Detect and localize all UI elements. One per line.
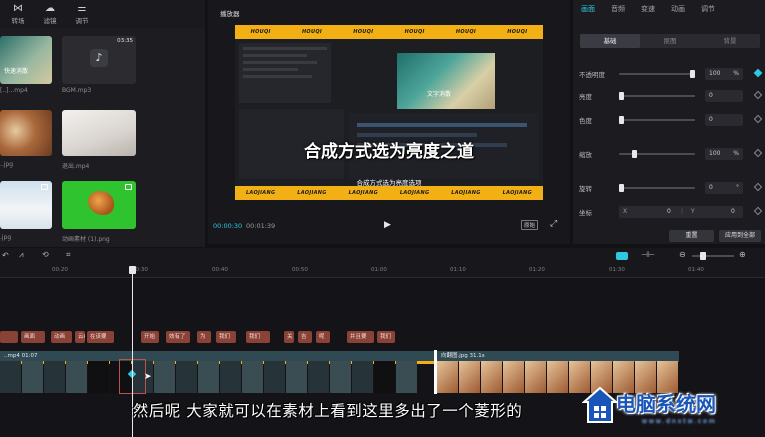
- media-item[interactable]: ♪ 03:35 BGM.mp3: [62, 36, 136, 96]
- scale-value[interactable]: 100%: [705, 148, 743, 160]
- video-title: 合成方式选为亮度之道: [304, 142, 474, 162]
- tab-audio[interactable]: 音频: [603, 4, 633, 18]
- subtitle-clip[interactable]: 我们: [246, 331, 270, 343]
- rotate-icon[interactable]: ⟲: [42, 250, 49, 259]
- tab-speed[interactable]: 变速: [633, 4, 663, 18]
- subtitle-clip[interactable]: 云在: [75, 331, 85, 343]
- subtab-background[interactable]: 背景: [700, 34, 760, 48]
- subtitle-clip[interactable]: 我们: [377, 331, 395, 343]
- toolbar-adjust[interactable]: ⚌ 调节: [66, 0, 98, 25]
- watermark-logo: 电脑系统网 www.dnxtw.com: [580, 384, 765, 437]
- current-time: 00:00:30: [213, 222, 243, 230]
- subtitle-clip[interactable]: [0, 331, 18, 343]
- player-controls: 00:00:30 00:01:39 ▶ 原始 ⤢: [208, 214, 570, 234]
- subtitle-clip[interactable]: 效有了: [166, 331, 190, 343]
- media-library: 快速消散 [..]...mp4 ♪ 03:35 BGM.mp3 ..jpg 退出…: [0, 28, 205, 247]
- prop-scale: 缩放 100%: [579, 148, 765, 160]
- ratio-button[interactable]: 原始: [521, 220, 539, 230]
- rotation-value[interactable]: 0 °: [705, 182, 743, 194]
- prop-position: 坐标 X 0 | Y 0: [579, 206, 765, 218]
- undo-icon[interactable]: ↶: [2, 251, 9, 260]
- editor-screenshot: 文字消散: [235, 39, 543, 186]
- subtitle-clip[interactable]: 开始: [141, 331, 159, 343]
- fullscreen-icon[interactable]: ⤢: [550, 219, 557, 229]
- clip1-filmstrip[interactable]: [0, 361, 434, 393]
- media-item[interactable]: ..jpg: [0, 110, 52, 170]
- video-preview[interactable]: HOUQI HOUQI HOUQI HOUQI HOUQI HOUQI 文字消散: [235, 25, 543, 200]
- total-time: 00:01:39: [246, 222, 276, 230]
- prop-brightness: 亮度 0: [579, 90, 765, 102]
- prop-opacity: 不透明度 100%: [579, 68, 765, 80]
- split-icon[interactable]: ⩘: [19, 250, 24, 260]
- tiger-image: [88, 191, 114, 215]
- subtitle-clip[interactable]: 动画: [51, 331, 72, 343]
- subtitle-clip[interactable]: 并且要: [347, 331, 374, 343]
- rotation-slider[interactable]: [619, 184, 695, 192]
- chroma-slider[interactable]: [619, 116, 695, 124]
- subtitle-clip[interactable]: 为: [197, 331, 211, 343]
- timeline-toolbar: ↶ ⩘ ⟲ ⌗ ⊣⊢ ⊖ ⊕: [0, 248, 765, 264]
- top-banner: HOUQI HOUQI HOUQI HOUQI HOUQI HOUQI: [235, 25, 543, 39]
- scale-slider[interactable]: [619, 150, 695, 158]
- position-fields[interactable]: X 0 | Y 0: [619, 206, 743, 218]
- crop-icon[interactable]: ⌗: [66, 250, 71, 260]
- inspector-tabs: 画面 音频 变速 动画 调节: [573, 4, 765, 18]
- adjust-icon: ⚌: [77, 3, 87, 14]
- keyframe-icon[interactable]: [753, 90, 763, 100]
- image-icon: [125, 184, 132, 190]
- subtitle-clip[interactable]: 呢: [316, 331, 330, 343]
- subtitle-clip[interactable]: 画面: [21, 331, 45, 343]
- prop-chroma: 色度 0: [579, 114, 765, 126]
- media-item[interactable]: 快速消散 [..]...mp4: [0, 36, 52, 96]
- media-item[interactable]: .jpg: [0, 181, 52, 243]
- zoom-in-icon[interactable]: ⊕: [739, 250, 746, 259]
- music-note-icon: ♪: [90, 49, 108, 67]
- zoom-slider[interactable]: [692, 252, 734, 260]
- magnet-icon[interactable]: [616, 252, 628, 260]
- subtitle-clip[interactable]: 关: [284, 331, 294, 343]
- subtitle-clip[interactable]: 在该要: [87, 331, 114, 343]
- subtab-basic[interactable]: 基础: [580, 34, 640, 48]
- player-title: 播放器: [220, 10, 240, 18]
- keyframe-icon[interactable]: [753, 206, 763, 216]
- opacity-value[interactable]: 100%: [705, 68, 743, 80]
- media-item[interactable]: 退出.mp4: [62, 110, 136, 170]
- prop-rotation: 旋转 0 °: [579, 182, 765, 194]
- zoom-out-icon[interactable]: ⊖: [679, 250, 686, 259]
- subtitle-clip[interactable]: 吉: [298, 331, 312, 343]
- subtitle-clip[interactable]: 我们: [216, 331, 236, 343]
- toolbar-transition[interactable]: ⋈ 转场: [2, 0, 34, 25]
- keyframe-icon[interactable]: [753, 148, 763, 158]
- brightness-value[interactable]: 0: [705, 90, 743, 102]
- tab-adjust[interactable]: 调节: [693, 4, 723, 18]
- opacity-slider[interactable]: [619, 70, 695, 78]
- filter-icon: ☁: [45, 3, 55, 14]
- inspector-subtabs: 基础 抠图 背景: [580, 34, 760, 48]
- tab-picture[interactable]: 画面: [573, 4, 603, 18]
- media-toolbar: ⋈ 转场 ☁ 滤镜 ⚌ 调节: [0, 0, 205, 28]
- toolbar-filter[interactable]: ☁ 滤镜: [34, 0, 66, 25]
- nested-video-thumb: 文字消散: [397, 53, 495, 109]
- keyframe-icon[interactable]: [753, 114, 763, 124]
- apply-all-button[interactable]: 应用到全部: [719, 230, 761, 242]
- time-ruler[interactable]: 00:20 00:30 00:40 00:50 01:00 01:10 01:2…: [0, 264, 765, 278]
- house-logo-icon: [582, 386, 618, 423]
- reset-button[interactable]: 重置: [669, 230, 714, 242]
- play-icon[interactable]: ▶: [384, 220, 391, 230]
- bottom-banner: LAOJIANG LAOJIANG LAOJIANG LAOJIANG LAOJ…: [235, 186, 543, 200]
- link-icon[interactable]: ⊣⊢: [641, 250, 655, 259]
- player-panel: 播放器 HOUQI HOUQI HOUQI HOUQI HOUQI HOUQI …: [208, 0, 570, 244]
- brightness-slider[interactable]: [619, 92, 695, 100]
- tab-animation[interactable]: 动画: [663, 4, 693, 18]
- media-item[interactable]: 动画素材 (1).png: [62, 181, 136, 243]
- image-icon: [41, 184, 48, 190]
- transition-icon: ⋈: [13, 3, 23, 14]
- keyframe-icon[interactable]: [753, 68, 763, 78]
- mouse-cursor-icon: ➤: [144, 372, 152, 382]
- inspector-panel: 画面 音频 变速 动画 调节 基础 抠图 背景 不透明度 100% 亮度 0 色…: [573, 0, 765, 244]
- chroma-value[interactable]: 0: [705, 114, 743, 126]
- subtab-cutout[interactable]: 抠图: [640, 34, 700, 48]
- keyframe-icon[interactable]: [753, 182, 763, 192]
